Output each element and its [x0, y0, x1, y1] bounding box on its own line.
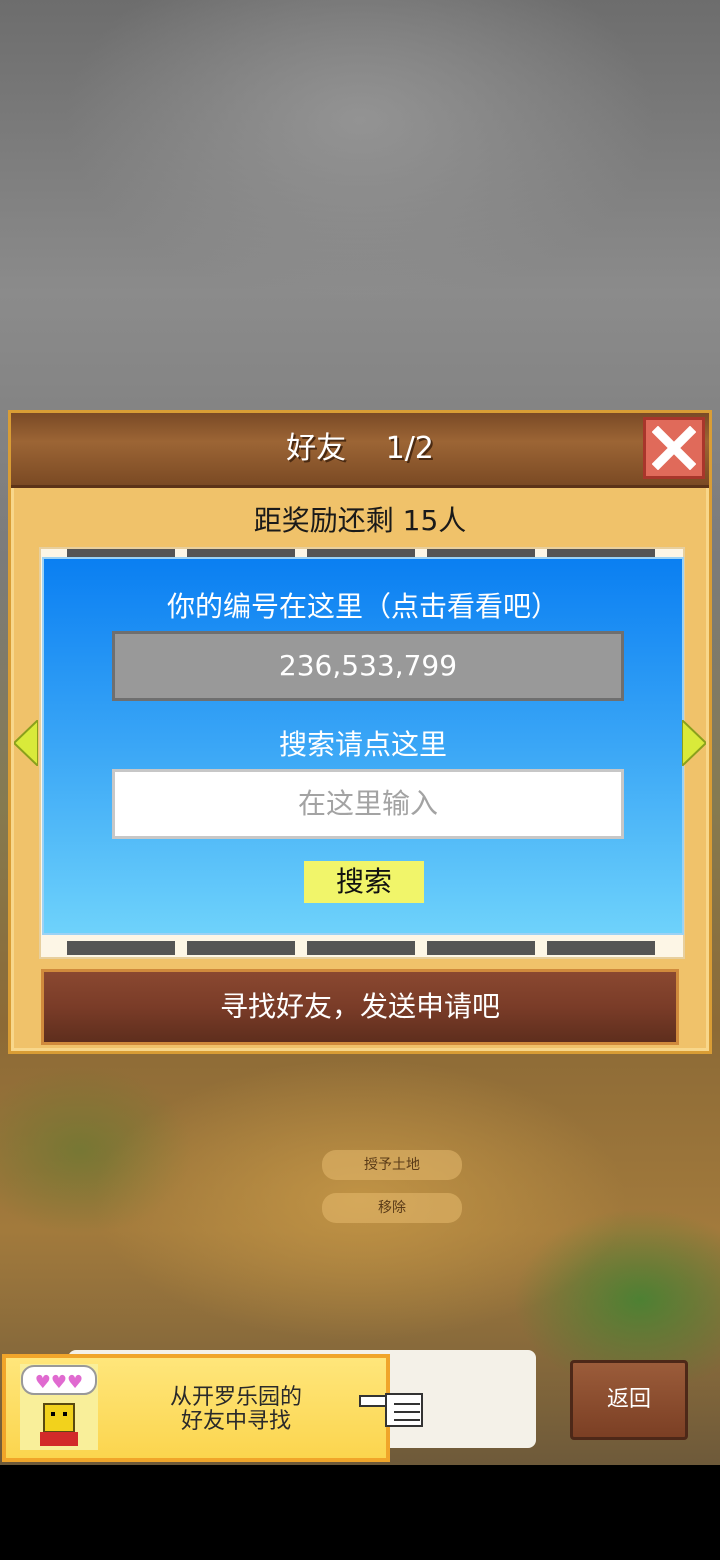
reward-countdown: 距奖励还剩 15人 [253, 504, 467, 537]
page-tab[interactable] [547, 549, 655, 557]
svg-text:♥♥♥: ♥♥♥ [35, 1372, 83, 1393]
id-search-panel: 你的编号在这里（点击看看吧） 236,533,799 搜索请点这里 在这里输入 … [42, 557, 684, 935]
kairo-friend-finder-button[interactable]: ♥♥♥ 从开罗乐园的 好友中寻找 [2, 1354, 390, 1462]
page-tab[interactable] [427, 549, 535, 557]
search-button[interactable]: 搜索 [304, 861, 424, 903]
dialog-title: 好友 1/2 [286, 431, 434, 466]
page-tab[interactable] [307, 549, 415, 557]
friends-dialog: 好友 1/2 距奖励还剩 15人 你的编号在这里（点击看看吧） 236,533,… [8, 410, 712, 1054]
page-tab[interactable] [187, 941, 295, 955]
chevron-right-icon[interactable] [682, 720, 706, 766]
back-button[interactable]: 返回 [570, 1360, 688, 1440]
close-icon [652, 426, 696, 470]
search-input[interactable]: 在这里输入 [112, 769, 624, 839]
find-friends-button[interactable]: 寻找好友，发送申请吧 [41, 969, 679, 1045]
page-tab[interactable] [427, 941, 535, 955]
finder-label-line1: 从开罗乐园的 [169, 1385, 302, 1410]
navigation-bar-area [0, 1465, 720, 1560]
close-button[interactable] [643, 417, 705, 479]
search-caption: 搜索请点这里 [278, 728, 447, 761]
pointing-hand-icon [359, 1393, 423, 1427]
page-tab[interactable] [67, 941, 175, 955]
page-tab[interactable] [67, 549, 175, 557]
chevron-left-icon[interactable] [14, 720, 38, 766]
finder-label-line2: 好友中寻找 [180, 1409, 291, 1434]
player-id-display[interactable]: 236,533,799 [112, 631, 624, 701]
page-tab[interactable] [547, 941, 655, 955]
page-tab[interactable] [307, 941, 415, 955]
grant-land-label: 授予土地 [322, 1150, 462, 1180]
finder-label: 从开罗乐园的 好友中寻找 [126, 1386, 346, 1434]
remove-label: 移除 [322, 1193, 462, 1223]
dialog-header: 好友 1/2 [11, 413, 709, 488]
id-caption: 你的编号在这里（点击看看吧） [166, 590, 559, 623]
kairo-mascot-icon: ♥♥♥ [20, 1364, 98, 1450]
page-tab[interactable] [187, 549, 295, 557]
